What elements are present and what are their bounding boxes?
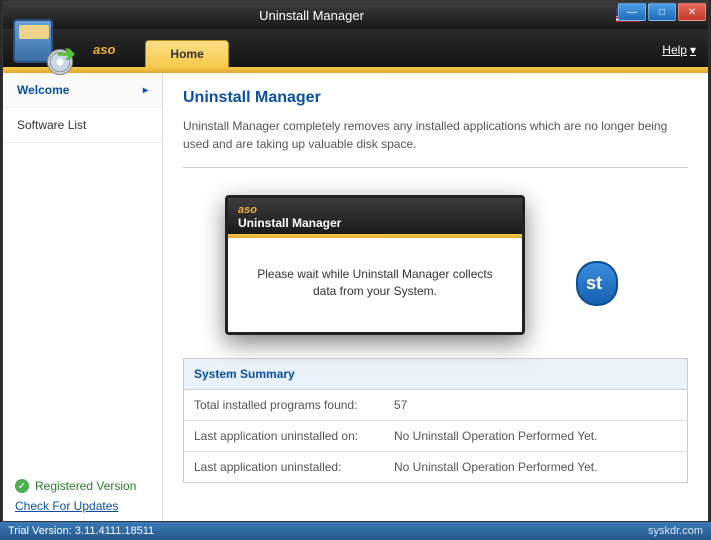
summary-header: System Summary xyxy=(184,359,687,390)
watermark: syskdr.com xyxy=(648,525,703,537)
brand-label: aso xyxy=(93,42,115,67)
dialog-message: Please wait while Uninstall Manager coll… xyxy=(228,238,522,332)
start-button[interactable]: st xyxy=(576,261,618,306)
registered-status: ✓ Registered Version xyxy=(15,479,150,493)
registered-label: Registered Version xyxy=(35,479,136,493)
sidebar: Welcome ▸ Software List ✓ Registered Ver… xyxy=(3,73,163,521)
summary-label: Last application uninstalled: xyxy=(194,460,394,474)
sidebar-item-software-list[interactable]: Software List xyxy=(3,108,162,143)
maximize-button[interactable]: □ xyxy=(648,3,676,21)
close-button[interactable]: ✕ xyxy=(678,3,706,21)
dialog-title: Uninstall Manager xyxy=(238,216,512,230)
dialog-brand: aso xyxy=(238,204,512,216)
titlebar: Uninstall Manager ▼ — □ ✕ xyxy=(3,1,708,29)
window-controls: — □ ✕ xyxy=(618,3,706,21)
summary-label: Last application uninstalled on: xyxy=(194,429,394,443)
summary-label: Total installed programs found: xyxy=(194,398,394,412)
chevron-down-icon: ▾ xyxy=(690,43,696,57)
minimize-button[interactable]: — xyxy=(618,3,646,21)
ribbon-bar: ➔ aso Home Help ▾ xyxy=(3,29,708,67)
sidebar-footer: ✓ Registered Version Check For Updates xyxy=(3,471,162,521)
summary-value: No Uninstall Operation Performed Yet. xyxy=(394,460,597,474)
summary-row: Last application uninstalled: No Uninsta… xyxy=(184,452,687,482)
tab-home[interactable]: Home xyxy=(145,40,228,67)
help-menu[interactable]: Help ▾ xyxy=(662,43,696,67)
help-label: Help xyxy=(662,43,687,57)
trial-version-label: Trial Version: 3.11.4111.18511 xyxy=(8,525,154,537)
app-logo-icon: ➔ xyxy=(13,19,73,79)
summary-row: Last application uninstalled on: No Unin… xyxy=(184,421,687,452)
system-summary: System Summary Total installed programs … xyxy=(183,358,688,483)
summary-row: Total installed programs found: 57 xyxy=(184,390,687,421)
summary-value: No Uninstall Operation Performed Yet. xyxy=(394,429,597,443)
summary-value: 57 xyxy=(394,398,407,412)
sidebar-item-label: Software List xyxy=(17,118,86,132)
loading-dialog: aso Uninstall Manager Please wait while … xyxy=(225,195,525,335)
page-title: Uninstall Manager xyxy=(183,89,688,107)
page-description: Uninstall Manager completely removes any… xyxy=(183,117,688,168)
start-button-fragment: st xyxy=(586,273,602,293)
check-icon: ✓ xyxy=(15,479,29,493)
status-bar: Trial Version: 3.11.4111.18511 syskdr.co… xyxy=(0,522,711,540)
dialog-header: aso Uninstall Manager xyxy=(228,198,522,234)
window-title: Uninstall Manager xyxy=(7,8,616,23)
sidebar-item-label: Welcome xyxy=(17,83,69,97)
check-updates-link[interactable]: Check For Updates xyxy=(15,499,118,513)
chevron-right-icon: ▸ xyxy=(143,85,148,96)
